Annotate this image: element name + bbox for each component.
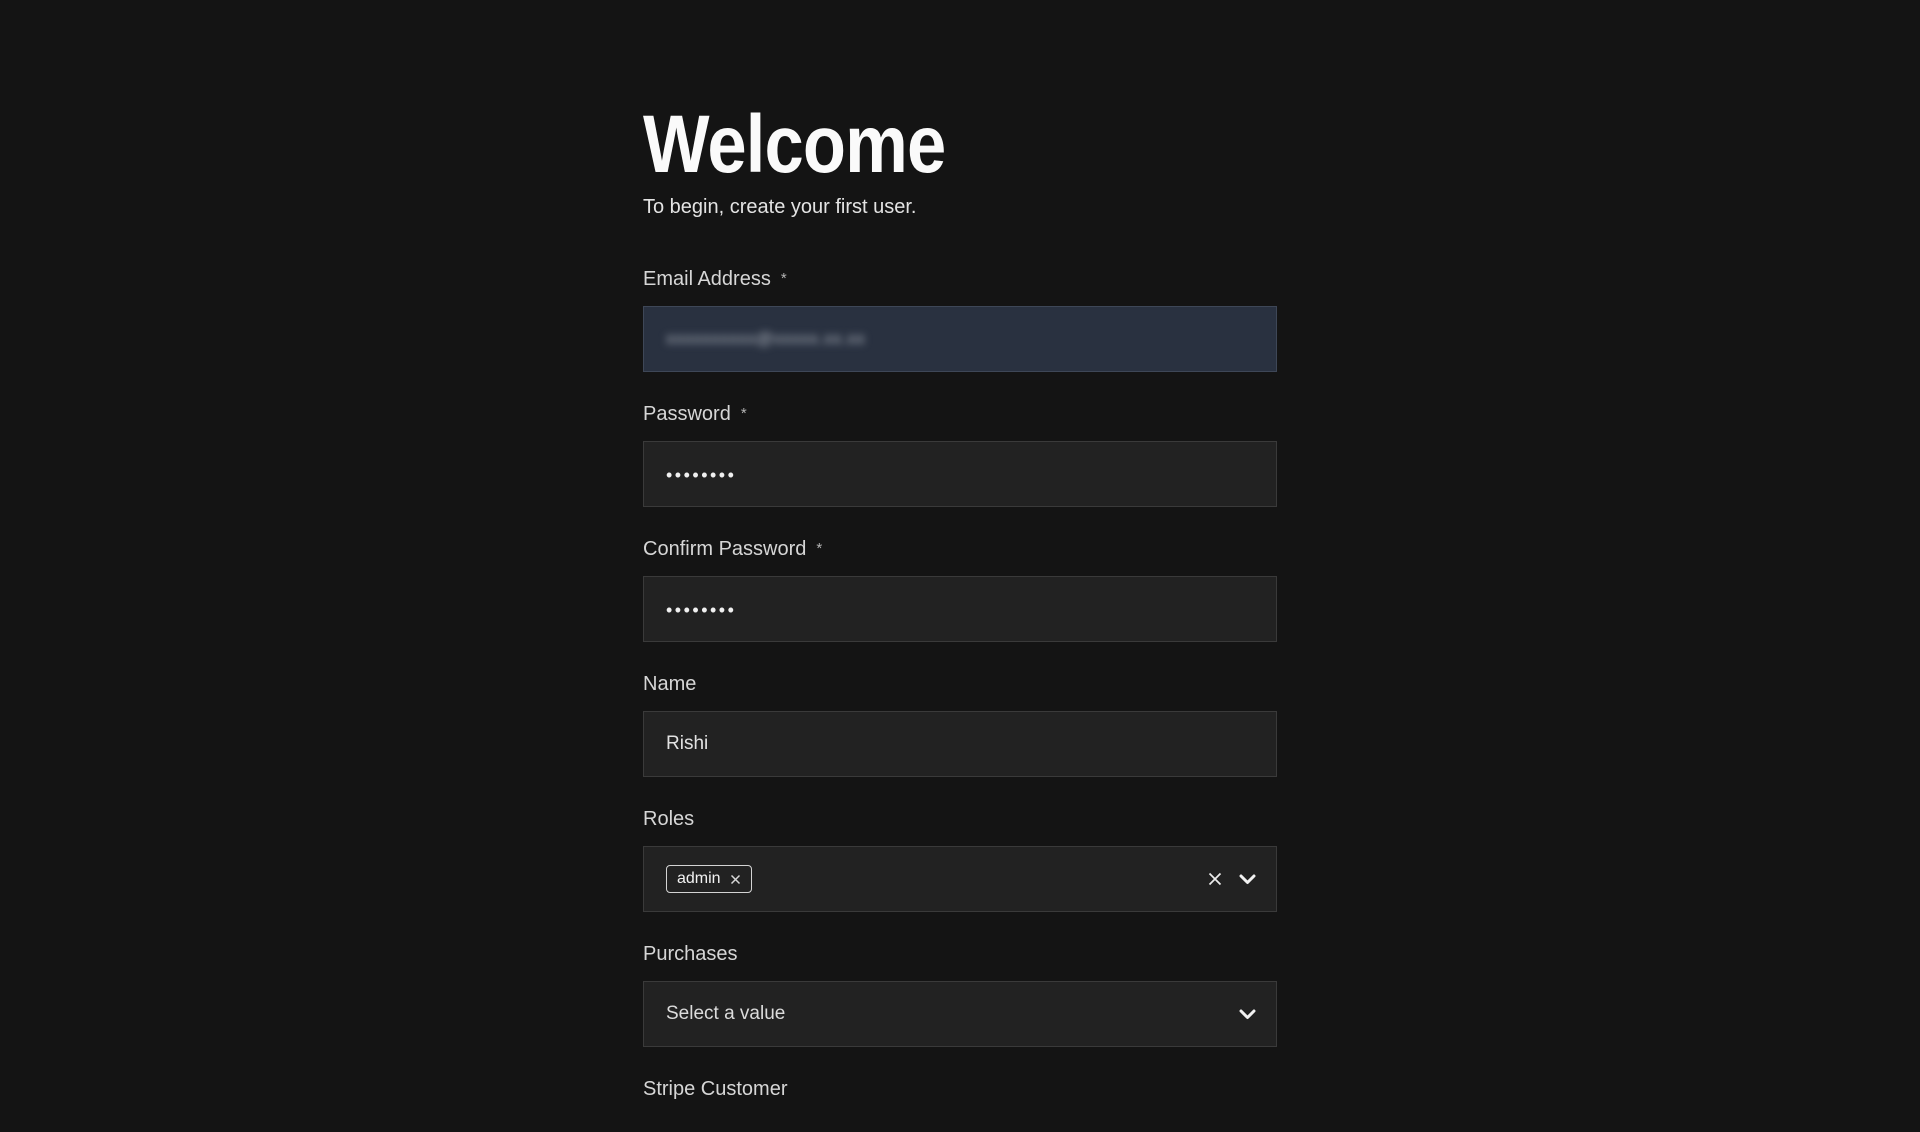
purchases-placeholder: Select a value: [666, 1003, 785, 1025]
field-confirm-password: Confirm Password * ••••••••: [643, 539, 1277, 642]
stripe-customer-label-text: Stripe Customer: [643, 1079, 788, 1100]
purchases-label-text: Purchases: [643, 944, 738, 965]
password-label: Password *: [643, 404, 1277, 425]
field-roles: Roles admin: [643, 809, 1277, 912]
role-chip-label: admin: [677, 870, 721, 888]
name-value: Rishi: [666, 733, 708, 755]
password-input[interactable]: ••••••••: [643, 441, 1277, 507]
roles-multiselect[interactable]: admin: [643, 846, 1277, 912]
confirm-password-label: Confirm Password *: [643, 539, 1277, 560]
name-label-text: Name: [643, 674, 696, 695]
page-subtitle: To begin, create your first user.: [643, 197, 1277, 218]
setup-panel: Welcome To begin, create your first user…: [643, 0, 1277, 1132]
field-purchases: Purchases Select a value: [643, 944, 1277, 1047]
required-asterisk: *: [781, 268, 787, 289]
required-asterisk: *: [816, 538, 822, 559]
email-label-text: Email Address: [643, 269, 771, 290]
confirm-password-masked-value: ••••••••: [666, 600, 736, 621]
purchases-select[interactable]: Select a value: [643, 981, 1277, 1047]
chevron-down-icon[interactable]: [1239, 874, 1256, 885]
roles-label-text: Roles: [643, 809, 694, 830]
email-value-blurred: xxxxxxxxxx@xxxxx.xx.xx: [666, 329, 865, 349]
password-masked-value: ••••••••: [666, 465, 736, 486]
role-chip-remove-icon[interactable]: [730, 874, 741, 885]
create-first-user-form: Email Address * xxxxxxxxxx@xxxxx.xx.xx P…: [643, 269, 1277, 1100]
confirm-password-label-text: Confirm Password: [643, 539, 806, 560]
field-email: Email Address * xxxxxxxxxx@xxxxx.xx.xx: [643, 269, 1277, 372]
role-chip-admin[interactable]: admin: [666, 865, 752, 893]
roles-label: Roles: [643, 809, 1277, 830]
required-asterisk: *: [741, 403, 747, 424]
stripe-customer-label: Stripe Customer: [643, 1079, 1277, 1100]
roles-select-controls: [1207, 871, 1256, 887]
field-stripe-customer: Stripe Customer: [643, 1079, 1277, 1100]
name-input[interactable]: Rishi: [643, 711, 1277, 777]
email-input[interactable]: xxxxxxxxxx@xxxxx.xx.xx: [643, 306, 1277, 372]
chevron-down-icon[interactable]: [1239, 1009, 1256, 1020]
purchases-label: Purchases: [643, 944, 1277, 965]
confirm-password-input[interactable]: ••••••••: [643, 576, 1277, 642]
page-title: Welcome: [643, 100, 1188, 190]
password-label-text: Password: [643, 404, 731, 425]
field-password: Password * ••••••••: [643, 404, 1277, 507]
email-label: Email Address *: [643, 269, 1277, 290]
clear-x-icon[interactable]: [1207, 871, 1223, 887]
field-name: Name Rishi: [643, 674, 1277, 777]
name-label: Name: [643, 674, 1277, 695]
